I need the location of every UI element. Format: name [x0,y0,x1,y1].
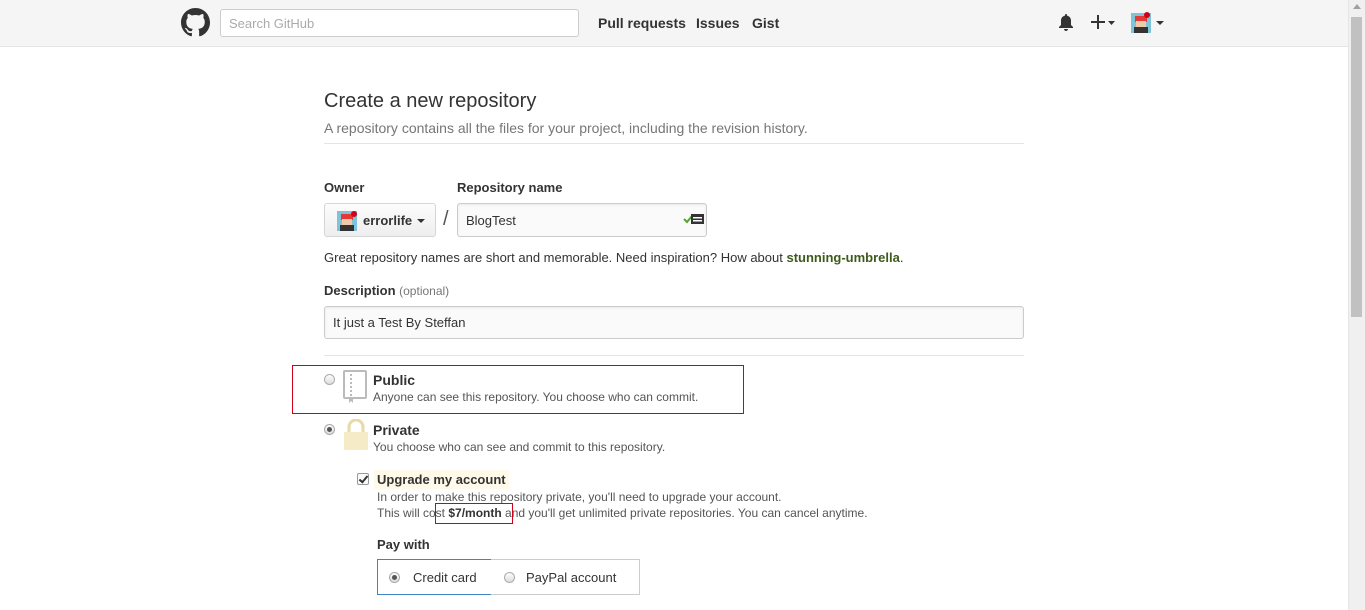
description-input[interactable] [324,306,1024,339]
divider [324,355,1024,356]
repo-name-hint: Great repository names are short and mem… [324,250,903,265]
paypal-label: PayPal account [526,570,617,585]
plus-icon[interactable] [1091,14,1117,35]
page-subtitle: A repository contains all the files for … [324,120,808,136]
private-description: You choose who can see and commit to thi… [373,440,666,454]
credit-card-label: Credit card [413,570,477,585]
description-label: Description (optional) [324,283,449,298]
search-input[interactable] [220,9,579,37]
credit-card-radio[interactable] [389,572,400,583]
paypal-radio[interactable] [504,572,515,583]
owner-dropdown[interactable]: errorlife [324,203,436,237]
name-suggestion[interactable]: stunning-umbrella [786,250,899,265]
hint-suffix: . [899,250,904,265]
owner-label: Owner [324,180,365,195]
scroll-up-icon[interactable] [1353,4,1361,9]
public-title: Public [373,372,416,388]
optional-tag: (optional) [399,284,450,298]
github-logo-icon[interactable] [181,8,210,37]
repo-book-icon [343,370,369,408]
owner-repo-separator: / [443,208,449,230]
public-radio[interactable] [324,374,335,385]
scrollbar[interactable] [1348,0,1365,610]
owner-avatar [337,211,357,231]
scrollbar-thumb[interactable] [1351,17,1362,317]
header: Pull requests Issues Gist [0,0,1349,47]
owner-name: errorlife [363,213,413,228]
highlight-box-price [435,503,513,524]
nav-pull-requests[interactable]: Pull requests [598,15,686,31]
public-description: Anyone can see this repository. You choo… [373,390,699,404]
pay-with-label: Pay with [377,537,430,552]
nav-issues[interactable]: Issues [696,15,740,31]
upgrade-checkbox[interactable] [357,473,369,485]
upgrade-line2-suffix: and you'll get unlimited private reposit… [501,506,868,520]
avatar-icon[interactable] [1131,12,1165,39]
divider [324,143,1024,144]
valid-check-icon [683,212,705,231]
upgrade-line1: In order to make this repository private… [377,490,782,504]
private-radio[interactable] [324,424,335,435]
upgrade-label[interactable]: Upgrade my account [374,470,509,489]
description-label-text: Description [324,283,396,298]
nav-gist[interactable]: Gist [752,15,779,31]
private-title: Private [373,422,420,438]
pay-paypal[interactable]: PayPal account [491,559,640,595]
lock-icon [343,418,369,456]
bell-icon[interactable] [1058,14,1074,36]
chevron-down-icon [417,219,425,223]
hint-text: Great repository names are short and mem… [324,250,787,265]
pay-credit-card[interactable]: Credit card [377,559,492,595]
page-title: Create a new repository [324,90,537,112]
repo-name-input[interactable] [457,203,707,237]
repo-name-label: Repository name [457,180,563,195]
